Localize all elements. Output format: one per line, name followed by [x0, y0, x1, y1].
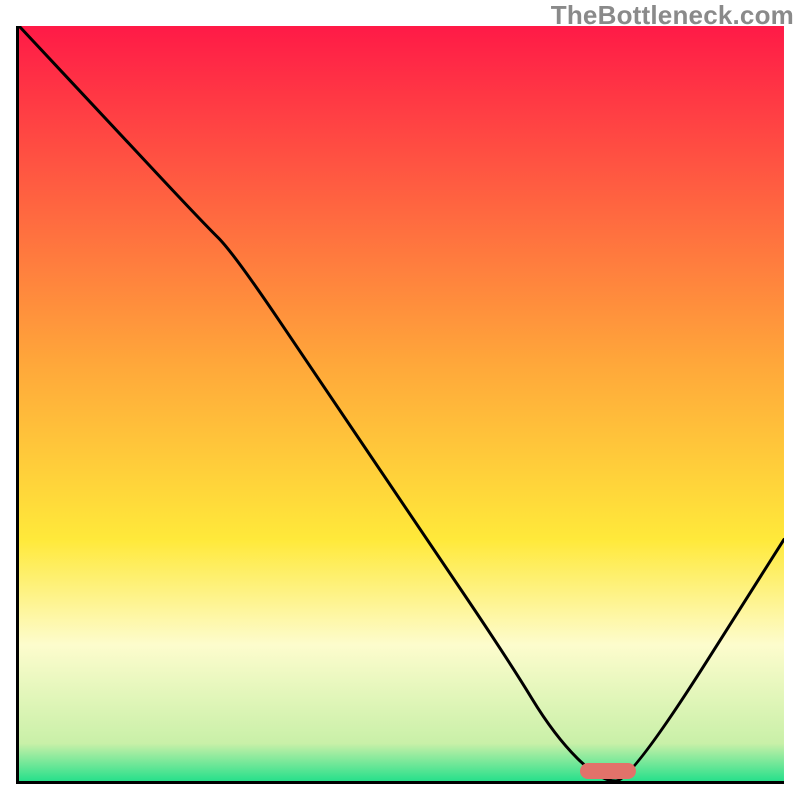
bottleneck-curve [19, 26, 784, 781]
optimal-marker [580, 763, 636, 779]
plot-area [16, 26, 784, 784]
chart-frame: TheBottleneck.com [0, 0, 800, 800]
